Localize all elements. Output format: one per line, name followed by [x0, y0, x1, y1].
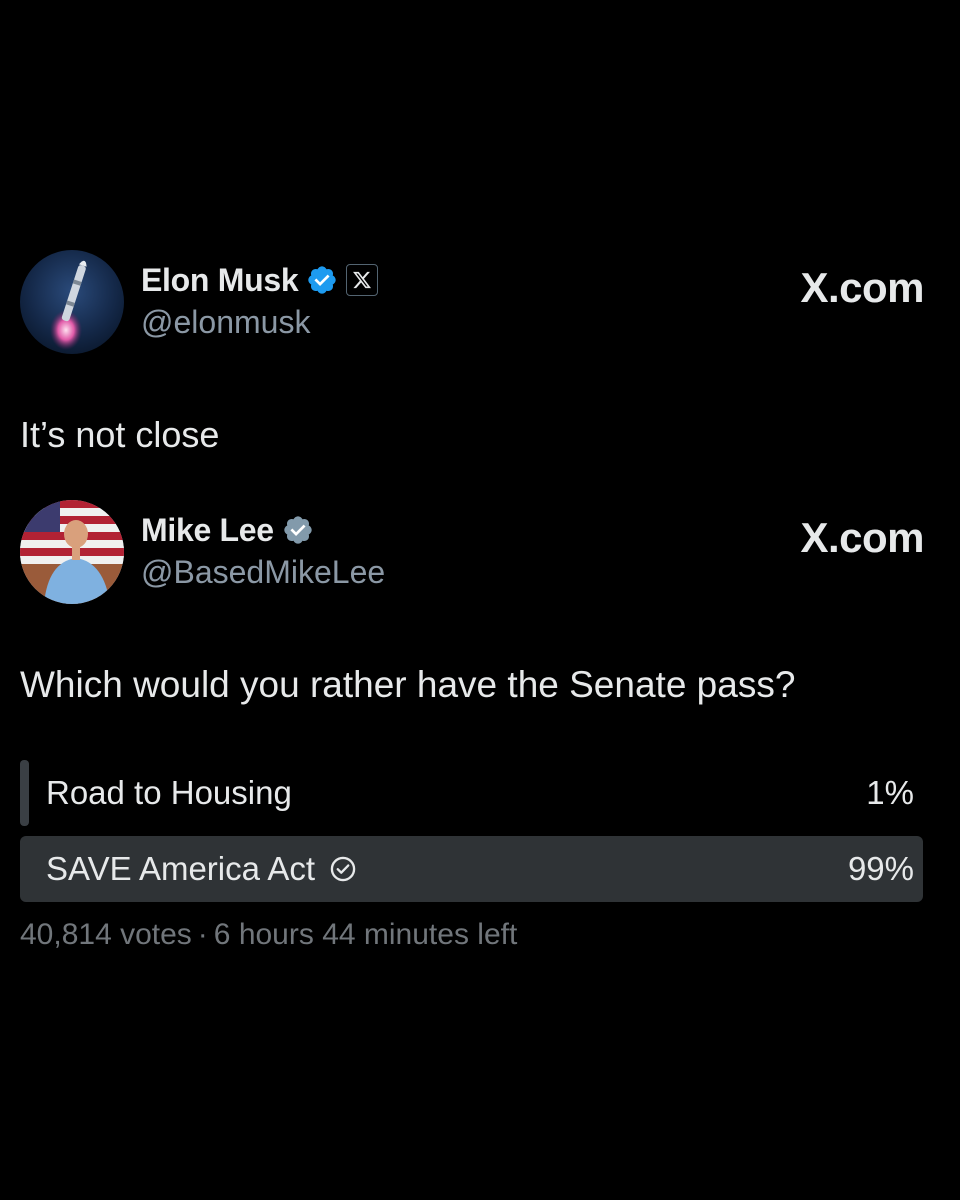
elon-musk-avatar[interactable]	[20, 250, 124, 354]
poll-meta-separator: ·	[197, 918, 208, 951]
main-post-text: It’s not close	[20, 414, 220, 455]
main-author-handle[interactable]: @elonmusk	[141, 304, 310, 341]
poll-option-road-to-housing[interactable]: Road to Housing 1%	[20, 760, 932, 826]
main-author-name-row: Elon Musk	[141, 260, 379, 300]
verified-badge-icon	[282, 514, 314, 546]
x-affiliate-badge-icon	[346, 264, 379, 296]
poll-option-percent: 99%	[847, 850, 914, 887]
poll-time-left: 6 hours 44 minutes left	[213, 918, 518, 951]
verified-badge-icon	[306, 264, 338, 296]
main-post-header: Elon Musk @elonmusk X.com	[20, 250, 924, 354]
poll-option-save-america-act[interactable]: SAVE America Act 99%	[20, 836, 932, 902]
mike-lee-avatar[interactable]	[20, 500, 124, 604]
x-com-brand-label: X.com	[800, 264, 924, 311]
quoted-author-name-row: Mike Lee	[141, 510, 314, 550]
flag-portrait-avatar-image	[20, 500, 124, 604]
poll-option-percent: 1%	[866, 774, 914, 811]
rocket-avatar-image	[20, 250, 124, 354]
poll-option-text: Road to Housing	[46, 774, 292, 811]
poll-vote-count: 40,814 votes	[20, 918, 192, 951]
quoted-author-handle[interactable]: @BasedMikeLee	[141, 554, 385, 591]
quoted-post-header: Mike Lee @BasedMikeLee X.com	[20, 500, 924, 604]
quoted-author-display-name[interactable]: Mike Lee	[141, 512, 274, 549]
check-circle-icon	[330, 856, 356, 882]
poll-meta: 40,814 votes · 6 hours 44 minutes left	[20, 918, 517, 952]
main-author-display-name[interactable]: Elon Musk	[141, 262, 299, 299]
quoted-post-text: Which would you rather have the Senate p…	[20, 664, 796, 705]
poll-option-label: Road to Housing	[46, 760, 292, 826]
poll-option-label: SAVE America Act	[46, 836, 357, 902]
x-com-brand-label: X.com	[800, 514, 924, 561]
poll-option-text: SAVE America Act	[46, 850, 315, 887]
poll-result-bar	[20, 760, 29, 826]
